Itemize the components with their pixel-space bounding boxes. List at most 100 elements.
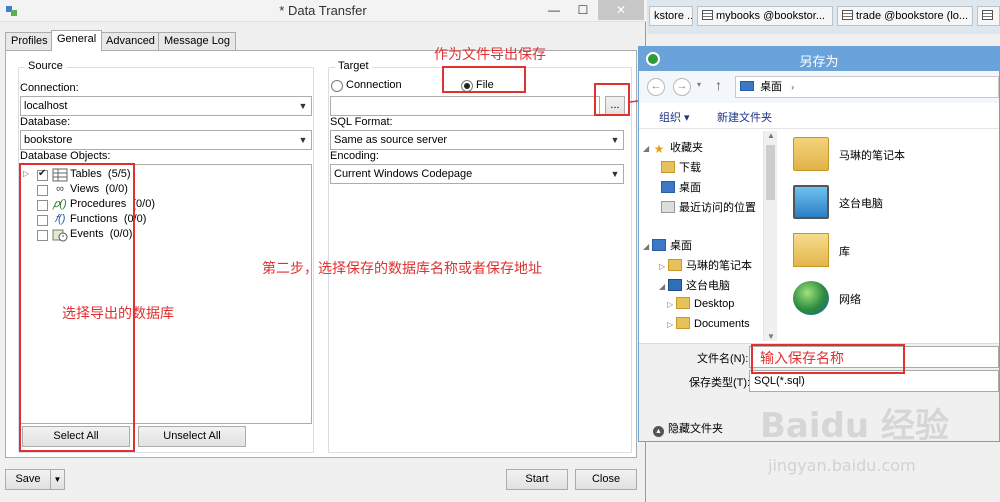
sql-format-select[interactable]: Same as source server ▼ [330, 130, 624, 150]
download-folder-icon [661, 161, 675, 173]
up-arrow-icon[interactable]: ↑ [715, 77, 722, 93]
desktop-icon [661, 181, 675, 193]
data-transfer-window: * Data Transfer — ☐ ✕ Profiles General A… [0, 0, 646, 502]
scrollbar-thumb[interactable] [766, 145, 775, 200]
chevron-down-icon: ▼ [610, 169, 620, 179]
sql-format-label: SQL Format: [330, 116, 393, 128]
network-icon [793, 281, 829, 315]
nav-item-this-pc[interactable]: ◢ 这台电脑 [659, 277, 730, 293]
recent-places-icon [661, 201, 675, 213]
target-legend: Target [335, 60, 372, 72]
encoding-label: Encoding: [330, 150, 379, 162]
file-item-label: 这台电脑 [839, 198, 883, 210]
encoding-select[interactable]: Current Windows Codepage ▼ [330, 164, 624, 184]
background-tab[interactable]: mybooks @bookstor... [697, 6, 833, 26]
chevron-down-icon: ▼ [610, 135, 620, 145]
expand-arrow-icon[interactable]: ▷ [667, 300, 676, 309]
tab-message-log[interactable]: Message Log [158, 32, 237, 50]
nav-item-documents[interactable]: ▷ Documents [667, 317, 750, 333]
close-window-button[interactable]: ✕ [598, 0, 644, 20]
close-button[interactable]: Close [575, 469, 637, 490]
source-legend: Source [25, 60, 66, 72]
unselect-all-button[interactable]: Unselect All [138, 426, 246, 447]
address-bar[interactable]: 桌面 › [735, 76, 999, 98]
tab-profiles[interactable]: Profiles [5, 32, 54, 50]
annotation-step-two: 第二步，选择保存的数据库名称或者保存地址 [262, 261, 542, 277]
nav-item-desktop-folder[interactable]: ▷ Desktop [667, 297, 734, 313]
annotation-export-as-file: 作为文件导出保存 [434, 47, 546, 63]
hide-folders-toggle[interactable]: ▲ 隐藏文件夹 [653, 420, 723, 437]
table-icon [982, 10, 993, 20]
back-arrow-icon[interactable]: ← [647, 78, 665, 96]
table-icon [702, 10, 713, 20]
expand-arrow-icon[interactable]: ▷ [659, 262, 668, 271]
nav-item-desktop[interactable]: 桌面 [661, 179, 701, 195]
nav-item-favorites[interactable]: ◢ ★ 收藏夹 [643, 139, 703, 155]
desktop-icon [652, 239, 666, 251]
file-item-label: 网络 [839, 294, 861, 306]
watermark-url: jingyan.baidu.com [768, 456, 916, 475]
file-path-input[interactable] [330, 96, 600, 116]
tab-advanced[interactable]: Advanced [100, 32, 161, 50]
nav-item-recent-places[interactable]: 最近访问的位置 [661, 199, 756, 215]
chevron-down-icon[interactable]: ▼ [50, 470, 64, 489]
filename-label: 文件名(N): [697, 353, 749, 365]
source-database-value: bookstore [24, 134, 73, 146]
organize-button[interactable]: 组织 ▾ [659, 109, 690, 125]
source-database-select[interactable]: bookstore ▼ [20, 130, 312, 150]
forward-arrow-icon[interactable]: → [673, 78, 691, 96]
navigation-pane[interactable]: ◢ ★ 收藏夹 下载 桌面 最近访问的位置 ◢ 桌面 ▷ 马琳的笔记本 ◢ 这台电脑 ▷ D… [639, 131, 777, 341]
save-profile-button[interactable]: Save ▼ [5, 469, 65, 490]
sql-format-value: Same as source server [334, 134, 448, 146]
user-folder-icon [793, 137, 829, 171]
annotation-box-file-option [442, 66, 526, 93]
folder-icon [668, 259, 682, 271]
address-value: 桌面 [760, 81, 783, 93]
background-tab[interactable]: kstore ... [649, 6, 693, 26]
scroll-up-icon[interactable]: ▲ [764, 131, 778, 140]
watermark-logo: Baidu 经验 [760, 406, 949, 446]
breadcrumb-chevron-icon[interactable]: › [791, 82, 794, 92]
navigation-scrollbar[interactable]: ▲ ▼ [763, 131, 777, 341]
background-tab[interactable] [977, 6, 1000, 26]
file-item-label: 马琳的笔记本 [839, 150, 905, 162]
file-item-library[interactable]: 库 [793, 231, 993, 271]
chevron-down-icon: ▼ [298, 101, 308, 111]
background-tab[interactable]: trade @bookstore (lo... [837, 6, 973, 26]
chevron-up-icon: ▲ [653, 426, 664, 437]
tab-general[interactable]: General [51, 30, 103, 51]
nav-item-user-folder[interactable]: ▷ 马琳的笔记本 [659, 257, 752, 273]
target-connection-radio[interactable] [331, 80, 343, 92]
recent-locations-chevron-icon[interactable]: ▾ [697, 80, 701, 89]
source-connection-select[interactable]: localhost ▼ [20, 96, 312, 116]
filetype-value: SQL(*.sql) [754, 375, 805, 387]
minimize-button[interactable]: — [540, 0, 568, 20]
expand-arrow-icon[interactable]: ◢ [659, 282, 668, 291]
library-icon [793, 233, 829, 267]
target-connection-label[interactable]: Connection [346, 79, 402, 91]
file-item-this-pc[interactable]: 这台电脑 [793, 183, 993, 223]
maximize-button[interactable]: ☐ [570, 0, 596, 20]
navigation-bar: ← → ▾ ↑ 桌面 › [639, 71, 999, 103]
save-as-title-bar: 另存为 [639, 47, 999, 71]
start-button[interactable]: Start [506, 469, 568, 490]
expand-arrow-icon[interactable]: ◢ [643, 242, 652, 251]
computer-icon [793, 185, 829, 219]
star-icon: ★ [653, 142, 665, 156]
file-item-user-folder[interactable]: 马琳的笔记本 [793, 135, 993, 175]
expand-arrow-icon[interactable]: ◢ [643, 144, 652, 153]
save-button-label: Save [15, 473, 41, 485]
database-objects-label: Database Objects: [20, 150, 111, 162]
expand-arrow-icon[interactable]: ▷ [667, 320, 676, 329]
new-folder-button[interactable]: 新建文件夹 [717, 109, 772, 125]
computer-icon [668, 279, 682, 291]
folder-icon [676, 297, 690, 309]
nav-item-desktop-root[interactable]: ◢ 桌面 [643, 237, 692, 253]
connection-label: Connection: [20, 82, 79, 94]
filetype-label: 保存类型(T): [689, 377, 751, 389]
file-list[interactable]: 马琳的笔记本 这台电脑 库 网络 [785, 131, 999, 341]
nav-item-downloads[interactable]: 下载 [661, 159, 701, 175]
file-item-network[interactable]: 网络 [793, 279, 993, 319]
scroll-down-icon[interactable]: ▼ [764, 332, 778, 341]
database-label: Database: [20, 116, 71, 128]
